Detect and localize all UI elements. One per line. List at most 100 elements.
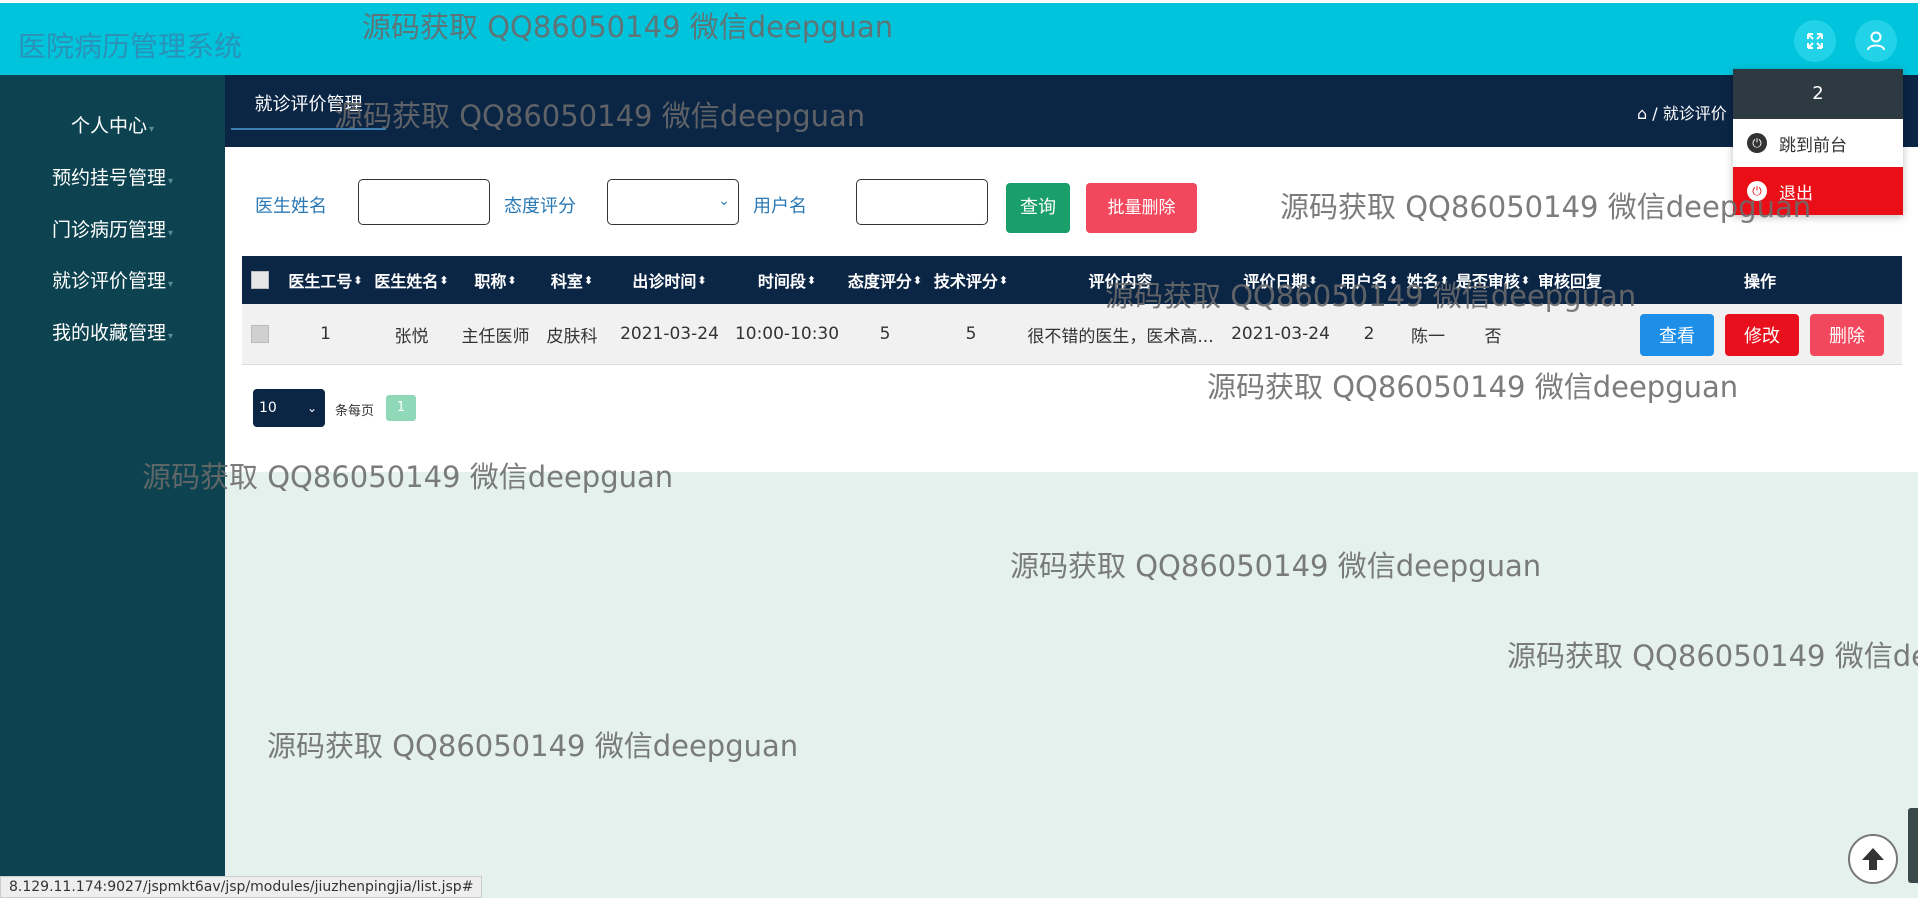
sort-icon: ⬍: [507, 273, 517, 287]
edit-button[interactable]: 修改: [1725, 314, 1799, 356]
chevron-down-icon: ▾: [167, 176, 174, 187]
col-header[interactable]: 医生工号 ⬍: [282, 256, 369, 304]
cell-username: 2: [1363, 324, 1375, 344]
top-bar: 医院病历管理系统: [0, 0, 1918, 75]
sidebar: 个人中心 ▾ 预约挂号管理 ▾ 门诊病历管理 ▾ 就诊评价管理 ▾ 我的收藏管理 ▾: [0, 75, 225, 898]
sort-icon: ⬍: [353, 273, 363, 287]
watermark: 源码获取 QQ86050149 微信deepguan: [1507, 639, 1918, 673]
watermark: 源码获取 QQ86050149 微信deepguan: [1010, 549, 1542, 583]
content-panel: 医生姓名 态度评分 ⌄ 用户名 查询 批量删除 医生工号 ⬍ 医生姓名 ⬍ 职称 ⬍ …: [225, 147, 1918, 472]
cell-time-slot: 10:00-10:30: [734, 324, 840, 344]
main-header: 就诊评价管理 ⌂ / 就诊评价: [225, 75, 1918, 147]
delete-button[interactable]: 删除: [1810, 314, 1884, 356]
tab-visit-review[interactable]: 就诊评价管理: [231, 85, 386, 130]
per-page-label: 条每页: [335, 404, 375, 419]
chevron-down-icon: ▾: [148, 124, 155, 135]
sidebar-item-medical-records[interactable]: 门诊病历管理 ▾: [0, 215, 225, 242]
sort-icon: ⬍: [1388, 273, 1399, 287]
cell-name: 陈一: [1411, 326, 1445, 347]
col-header[interactable]: 医生姓名 ⬍: [369, 256, 454, 304]
cell-title: 主任医师: [461, 326, 530, 347]
attitude-label: 态度评分: [504, 196, 576, 217]
col-header: 操作: [1743, 272, 1776, 291]
col-header[interactable]: 评价日期 ⬍: [1227, 256, 1334, 304]
col-header[interactable]: 科室 ⬍: [537, 256, 607, 304]
sort-icon: ⬍: [697, 273, 707, 287]
col-header[interactable]: 职称 ⬍: [454, 256, 537, 304]
col-header[interactable]: 时间段 ⬍: [732, 256, 842, 304]
col-header[interactable]: 姓名 ⬍: [1404, 256, 1452, 304]
col-header: 评价内容: [1088, 272, 1153, 291]
cell-attitude-score: 5: [879, 324, 891, 344]
sort-icon: ⬍: [1308, 273, 1318, 287]
row-checkbox[interactable]: [251, 325, 269, 343]
username-label: 用户名: [753, 196, 807, 217]
user-menu-button[interactable]: [1855, 20, 1897, 62]
goto-frontend-item[interactable]: ⏻ 跳到前台: [1733, 119, 1903, 167]
cell-department: 皮肤科: [546, 326, 598, 347]
cell-doctor-id: 1: [320, 324, 331, 344]
breadcrumb-current: 就诊评价: [1662, 104, 1727, 123]
sidebar-item-personal-center[interactable]: 个人中心 ▾: [0, 111, 225, 138]
side-handle[interactable]: [1908, 808, 1918, 883]
sidebar-item-appointment[interactable]: 预约挂号管理 ▾: [0, 163, 225, 190]
cell-tech-score: 5: [965, 324, 977, 344]
page-size-select[interactable]: 10 ⌄: [253, 389, 325, 427]
sort-icon: ⬍: [912, 273, 923, 287]
attitude-select[interactable]: ⌄: [607, 179, 739, 225]
review-table: 医生工号 ⬍ 医生姓名 ⬍ 职称 ⬍ 科室 ⬍ 出诊时间 ⬍ 时间段 ⬍ 态度评分 ⬍ 技术评…: [242, 256, 1902, 365]
fullscreen-button[interactable]: [1794, 20, 1836, 62]
username-input[interactable]: [856, 179, 988, 225]
cell-audited: 否: [1484, 326, 1502, 347]
table-header: 医生工号 ⬍ 医生姓名 ⬍ 职称 ⬍ 科室 ⬍ 出诊时间 ⬍ 时间段 ⬍ 态度评分 ⬍ 技术评…: [242, 256, 1902, 304]
col-header: 审核回复: [1537, 272, 1602, 291]
home-icon[interactable]: ⌂: [1637, 104, 1647, 123]
query-button[interactable]: 查询: [1006, 183, 1070, 233]
user-icon: [1867, 31, 1885, 51]
chevron-down-icon: ⌄: [718, 193, 730, 209]
col-header[interactable]: 出诊时间 ⬍: [607, 256, 732, 304]
cell-audit-reply: [1534, 304, 1606, 364]
fullscreen-icon: [1807, 33, 1823, 49]
chevron-down-icon: ▾: [167, 331, 174, 342]
power-icon: ⏻: [1747, 181, 1767, 201]
chevron-down-icon: ⌄: [306, 401, 317, 415]
sidebar-item-label: 个人中心: [70, 115, 147, 137]
power-icon: ⏻: [1747, 133, 1767, 153]
batch-delete-button[interactable]: 批量删除: [1086, 183, 1197, 233]
dropdown-username: 2: [1733, 69, 1903, 119]
sidebar-item-label: 预约挂号管理: [51, 167, 166, 189]
select-all-checkbox[interactable]: [251, 271, 269, 289]
cell-doctor-name: 张悦: [394, 326, 429, 347]
col-header[interactable]: 技术评分 ⬍: [928, 256, 1014, 304]
sort-icon: ⬍: [583, 273, 594, 287]
arrow-up-icon: [1862, 848, 1884, 870]
sort-icon: ⬍: [439, 273, 449, 287]
col-header[interactable]: 态度评分 ⬍: [842, 256, 928, 304]
sort-icon: ⬍: [1520, 273, 1531, 287]
breadcrumb: ⌂ / 就诊评价: [1637, 104, 1727, 123]
sort-icon: ⬍: [998, 273, 1009, 287]
sidebar-item-label: 我的收藏管理: [51, 322, 166, 344]
col-header[interactable]: 用户名 ⬍: [1334, 256, 1404, 304]
logout-item[interactable]: ⏻ 退出: [1733, 167, 1903, 215]
chevron-down-icon: ▾: [167, 228, 174, 239]
sidebar-item-label: 就诊评价管理: [51, 270, 166, 292]
cell-content: 很不错的医生，医术高...: [1027, 326, 1214, 347]
chevron-down-icon: ▾: [167, 279, 174, 290]
doctor-name-input[interactable]: [358, 179, 490, 225]
watermark: 源码获取 QQ86050149 微信deepguan: [267, 729, 799, 763]
user-dropdown-menu: 2 ⏻ 跳到前台 ⏻ 退出: [1733, 69, 1903, 215]
app-title: 医院病历管理系统: [18, 30, 243, 63]
status-bar-url: 8.129.11.174:9027/jspmkt6av/jsp/modules/…: [0, 876, 483, 898]
sidebar-item-visit-review[interactable]: 就诊评价管理 ▾: [0, 266, 225, 293]
sidebar-item-favorites[interactable]: 我的收藏管理 ▾: [0, 318, 225, 345]
doctor-name-label: 医生姓名: [255, 196, 327, 217]
sort-icon: ⬍: [806, 273, 817, 287]
page-number-button[interactable]: 1: [386, 395, 416, 421]
view-button[interactable]: 查看: [1640, 314, 1714, 356]
table-row: 1 张悦 主任医师 皮肤科 2021-03-24 10:00-10:30 5 5…: [242, 304, 1902, 365]
back-to-top-button[interactable]: [1848, 834, 1898, 884]
col-header[interactable]: 是否审核 ⬍: [1452, 256, 1534, 304]
cell-visit-date: 2021-03-24: [620, 324, 719, 344]
